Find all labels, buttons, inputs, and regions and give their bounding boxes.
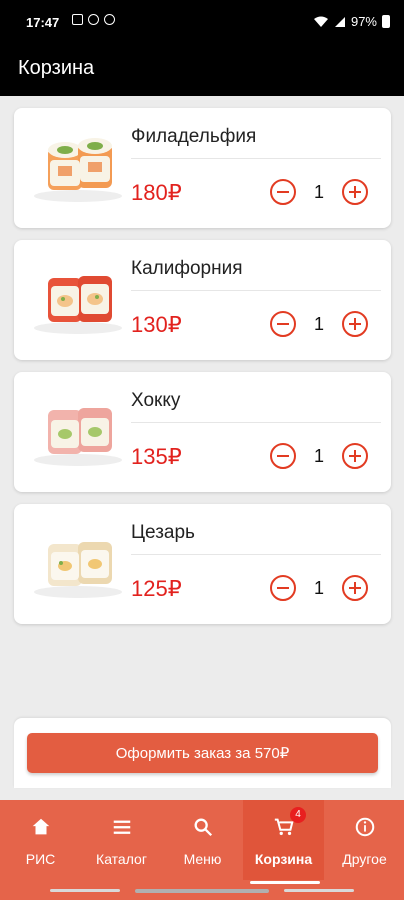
signal-icon bbox=[334, 16, 345, 27]
plus-icon[interactable] bbox=[341, 443, 368, 469]
checkout-button[interactable]: Оформить заказ за 570₽ bbox=[27, 733, 378, 773]
nav-item-cart[interactable]: 4 Корзина bbox=[243, 800, 324, 880]
item-price: 135₽ bbox=[131, 444, 182, 469]
battery-icon bbox=[382, 15, 390, 28]
quantity-value: 1 bbox=[313, 445, 324, 466]
notification-icons bbox=[72, 14, 115, 25]
status-time: 17:47 bbox=[26, 15, 60, 30]
status-right: 97% bbox=[313, 14, 390, 29]
quantity-stepper: 1 bbox=[270, 442, 368, 470]
minus-icon[interactable] bbox=[270, 443, 296, 469]
hokku-roll-image bbox=[34, 408, 122, 466]
cart-item[interactable]: Калифорния 130₽ 1 bbox=[14, 240, 391, 360]
cart-list: Филадельфия 180₽ 1 Калифорния 130₽ 1 Хок… bbox=[14, 108, 391, 636]
plus-icon[interactable] bbox=[341, 179, 368, 205]
plus-icon[interactable] bbox=[341, 311, 368, 337]
gesture-bar-left bbox=[50, 889, 120, 892]
gesture-handle bbox=[135, 889, 269, 893]
nav-item-catalog[interactable]: Каталог bbox=[81, 800, 162, 880]
item-name: Калифорния bbox=[131, 258, 243, 279]
nav-label: Другое bbox=[342, 851, 387, 867]
caesar-roll-image bbox=[34, 542, 122, 598]
nav-label: Корзина bbox=[254, 851, 313, 867]
item-name: Филадельфия bbox=[131, 126, 257, 147]
quantity-stepper: 1 bbox=[270, 574, 368, 602]
wifi-icon bbox=[313, 16, 328, 27]
quantity-stepper: 1 bbox=[270, 310, 368, 338]
cart-item[interactable]: Хокку 135₽ 1 bbox=[14, 372, 391, 492]
item-name: Цезарь bbox=[131, 522, 195, 543]
notification-icon bbox=[88, 14, 99, 25]
nav-item-menu[interactable]: Меню bbox=[162, 800, 243, 880]
page-title: Корзина bbox=[18, 57, 95, 79]
cart-item[interactable]: Филадельфия 180₽ 1 bbox=[14, 108, 391, 228]
divider bbox=[131, 554, 381, 555]
nav-item-home[interactable]: РИС bbox=[0, 800, 81, 880]
divider bbox=[131, 158, 381, 159]
image-icon bbox=[72, 14, 83, 25]
gesture-bar-right bbox=[284, 889, 354, 892]
nav-label: Каталог bbox=[96, 851, 147, 867]
active-indicator bbox=[250, 881, 320, 884]
home-icon bbox=[32, 818, 49, 835]
app-bar: Корзина bbox=[0, 44, 404, 96]
search-icon bbox=[194, 818, 212, 837]
info-icon bbox=[355, 817, 374, 837]
cart-item[interactable]: Цезарь 125₽ 1 bbox=[14, 504, 391, 624]
minus-icon[interactable] bbox=[270, 311, 296, 337]
cart-badge: 4 bbox=[290, 807, 306, 823]
item-price: 130₽ bbox=[131, 312, 182, 337]
item-name: Хокку bbox=[131, 390, 181, 411]
nav-label: Меню bbox=[183, 851, 222, 867]
philadelphia-roll-image bbox=[34, 138, 122, 202]
minus-icon[interactable] bbox=[270, 575, 296, 601]
settings-icon bbox=[104, 14, 115, 25]
nav-label: РИС bbox=[25, 851, 56, 867]
status-bar: 17:47 97% bbox=[0, 0, 404, 44]
item-price: 180₽ bbox=[131, 180, 182, 205]
item-price: 125₽ bbox=[131, 576, 182, 601]
nav-item-other[interactable]: Другое bbox=[324, 800, 404, 880]
checkout-panel: Оформить заказ за 570₽ bbox=[14, 718, 391, 788]
quantity-value: 1 bbox=[313, 313, 324, 334]
bottom-nav: РИС Каталог Меню 4 Корзина Другое bbox=[0, 800, 404, 900]
divider bbox=[131, 290, 381, 291]
quantity-value: 1 bbox=[313, 181, 324, 202]
california-roll-image bbox=[34, 276, 122, 334]
battery-percent: 97% bbox=[350, 14, 377, 29]
quantity-value: 1 bbox=[313, 577, 324, 598]
menu-lines-icon bbox=[113, 820, 130, 834]
divider bbox=[131, 422, 381, 423]
plus-icon[interactable] bbox=[341, 575, 368, 601]
quantity-stepper: 1 bbox=[270, 178, 368, 206]
minus-icon[interactable] bbox=[270, 179, 296, 205]
